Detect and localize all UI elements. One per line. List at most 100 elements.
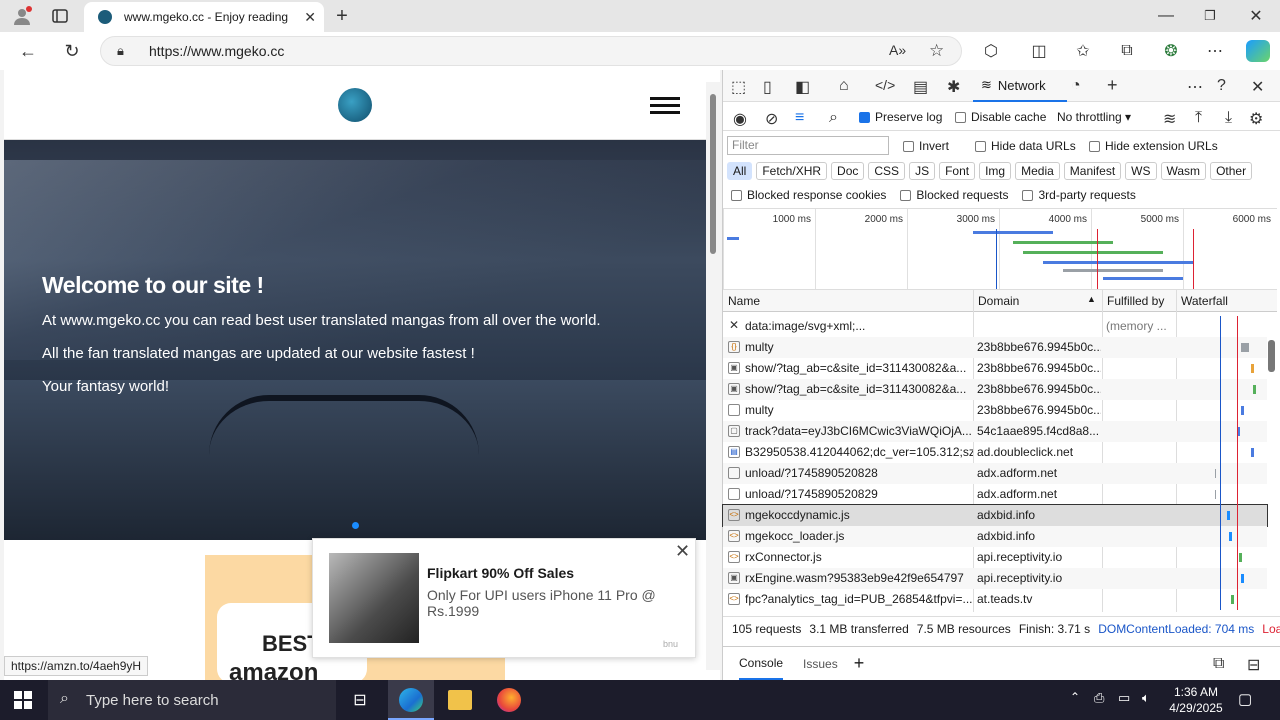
type-filter[interactable]: Doc [831, 162, 865, 180]
drawer-tab-issues[interactable]: Issues [803, 657, 838, 671]
favorite-star-icon[interactable]: ☆ [929, 41, 944, 61]
restore-icon[interactable]: ❐ [1200, 6, 1220, 26]
windows-start-icon[interactable] [12, 690, 34, 710]
table-row[interactable]: ▣ show/?tag_ab=c&site_id=311430082&a... 23… [723, 379, 1267, 400]
settings-gear-icon[interactable]: ⚙ [1249, 109, 1263, 129]
blocked-cookies-checkbox[interactable]: Blocked response cookies [731, 188, 886, 206]
hide-extension-urls-checkbox[interactable]: Hide extension URLs [1089, 139, 1218, 153]
network-conditions-icon[interactable]: ≋ [1163, 109, 1176, 129]
filter-icon[interactable]: ≡ [795, 109, 804, 127]
devtools-menu-icon[interactable]: ⋯ [1187, 77, 1203, 97]
add-drawer-tab-icon[interactable]: + [854, 653, 865, 674]
table-row[interactable]: unload/?1745890520828 adx.adform.net [723, 463, 1267, 484]
taskbar-clock[interactable]: 1:36 AM 4/29/2025 [1166, 684, 1226, 716]
record-icon[interactable]: ◉ [733, 109, 747, 129]
table-row[interactable]: <> rxConnector.js api.receptivity.io [723, 547, 1267, 568]
more-tabs-icon[interactable]: + [1107, 75, 1118, 96]
type-filter[interactable]: Manifest [1063, 162, 1122, 180]
table-row-selected[interactable]: <> mgekoccdynamic.js adxbid.info [722, 504, 1268, 527]
network-icon[interactable]: ▭ [1118, 690, 1130, 706]
collections-icon[interactable]: ⧉ [1116, 40, 1138, 62]
taskbar-edge[interactable] [388, 680, 434, 720]
clear-icon[interactable]: ⊘ [765, 109, 778, 129]
help-icon[interactable]: ? [1217, 77, 1226, 95]
firefox-icon[interactable] [497, 688, 521, 712]
sort-ascending-icon[interactable]: ▲ [1087, 294, 1096, 304]
import-har-icon[interactable]: ⤒ [1195, 109, 1202, 127]
request-list-scrollbar[interactable] [1265, 324, 1279, 600]
type-filter[interactable]: JS [909, 162, 936, 180]
show-hidden-icons-icon[interactable]: ⌃ [1070, 690, 1080, 704]
split-screen-icon[interactable]: ◫ [1028, 40, 1050, 62]
type-filter[interactable]: CSS [868, 162, 906, 180]
preserve-log-checkbox[interactable]: Preserve log [859, 110, 942, 124]
read-aloud-icon[interactable]: A» [889, 42, 906, 58]
tab-actions-icon[interactable] [48, 6, 72, 26]
blocked-requests-checkbox[interactable]: Blocked requests [900, 188, 1008, 206]
type-filter[interactable]: Media [1015, 162, 1060, 180]
device-icon[interactable]: ⎙ [1094, 690, 1104, 706]
table-row[interactable]: unload/?1745890520829 adx.adform.net [723, 484, 1267, 505]
table-row[interactable]: ✕ data:image/svg+xml;... (memory ... [723, 316, 1267, 337]
more-menu-icon[interactable]: ⋯ [1204, 40, 1226, 62]
table-row[interactable]: multy 23b8bbe676.9945b0c... [723, 400, 1267, 421]
type-filter[interactable]: All [727, 162, 753, 180]
elements-icon[interactable]: </> [875, 77, 895, 93]
address-input[interactable]: 🔒︎ https://www.mgeko.cc A» ☆ [100, 36, 962, 66]
refresh-icon[interactable]: ↻ [60, 40, 84, 62]
favorites-icon[interactable]: ✩ [1072, 40, 1094, 62]
sources-icon[interactable]: ✱ [947, 77, 960, 97]
close-devtools-icon[interactable]: ✕ [1251, 77, 1264, 97]
console-tab-icon[interactable]: ▤ [913, 77, 928, 97]
inspect-icon[interactable]: ⬚ [731, 77, 746, 97]
column-domain[interactable]: Domain [978, 294, 1019, 308]
task-view-icon[interactable]: ⊟ [348, 688, 372, 712]
device-toolbar-icon[interactable]: ▯ [763, 77, 772, 97]
drawer-tab-console[interactable]: Console [739, 648, 784, 680]
site-logo[interactable] [338, 88, 372, 122]
dock-drawer-icon[interactable]: ⧉ [1213, 655, 1224, 673]
table-row[interactable]: ▤ B32950538.412044062;dc_ver=105.312;sz..… [723, 442, 1267, 463]
notifications-icon[interactable]: ▢ [1238, 690, 1252, 708]
tab-active[interactable]: www.mgeko.cc - Enjoy reading ✕ [84, 2, 324, 32]
type-filter[interactable]: Img [979, 162, 1012, 180]
profile-icon[interactable] [8, 4, 36, 28]
back-icon[interactable]: ← [16, 40, 40, 62]
close-window-icon[interactable]: ✕ [1246, 6, 1266, 26]
tab-network[interactable]: ≋ Network [973, 70, 1067, 102]
welcome-home-icon[interactable]: ⌂ [839, 77, 849, 95]
type-filter[interactable]: Wasm [1160, 162, 1207, 180]
copilot-icon[interactable] [1246, 40, 1270, 62]
close-tab-icon[interactable]: ✕ [304, 9, 316, 26]
performance-tab-icon[interactable]: ◔ [1071, 77, 1081, 95]
page-scrollbar[interactable] [706, 82, 720, 670]
timeline-overview[interactable]: 1000 ms 2000 ms 3000 ms 4000 ms 5000 ms … [723, 208, 1277, 290]
throttling-select[interactable]: No throttling ▾ [1057, 110, 1131, 124]
close-drawer-icon[interactable]: ⊟ [1247, 655, 1260, 675]
table-row[interactable]: <> mgekocc_loader.js adxbid.info [723, 526, 1267, 547]
table-row[interactable]: <> fpc?analytics_tag_id=PUB_26854&tfpvi=.… [723, 589, 1267, 610]
export-har-icon[interactable]: ⤓ [1225, 109, 1232, 127]
column-fulfilled-by[interactable]: Fulfilled by [1107, 294, 1164, 308]
file-explorer-icon[interactable] [448, 690, 472, 710]
volume-icon[interactable]: 🔈︎ [1142, 690, 1150, 706]
disable-cache-checkbox[interactable]: Disable cache [955, 110, 1046, 124]
type-filter[interactable]: Font [939, 162, 976, 180]
carousel-dot[interactable] [352, 522, 359, 529]
dock-icon[interactable]: ◧ [795, 77, 810, 97]
extensions-icon[interactable]: ⬡ [980, 40, 1002, 62]
type-filter[interactable]: Other [1210, 162, 1253, 180]
column-name[interactable]: Name [728, 294, 760, 308]
taskbar-search[interactable]: ⌕ Type here to search [48, 680, 336, 720]
third-party-checkbox[interactable]: 3rd-party requests [1022, 188, 1136, 206]
invert-checkbox[interactable]: Invert [903, 139, 949, 153]
performance-icon[interactable]: ❂ [1160, 40, 1182, 62]
table-row[interactable]: ▣ rxEngine.wasm?95383eb9e42f9e654797 api.r… [723, 568, 1267, 589]
filter-input[interactable]: Filter [727, 136, 889, 155]
lock-icon[interactable]: 🔒︎ [117, 43, 124, 59]
hamburger-menu-icon[interactable] [650, 97, 680, 115]
table-row[interactable]: {} multy 23b8bbe676.9945b0c... [723, 337, 1267, 358]
new-tab-icon[interactable]: + [330, 4, 354, 28]
popup-ad[interactable]: Flipkart 90% Off Sales Only For UPI user… [312, 538, 696, 658]
column-waterfall[interactable]: Waterfall [1181, 294, 1228, 308]
